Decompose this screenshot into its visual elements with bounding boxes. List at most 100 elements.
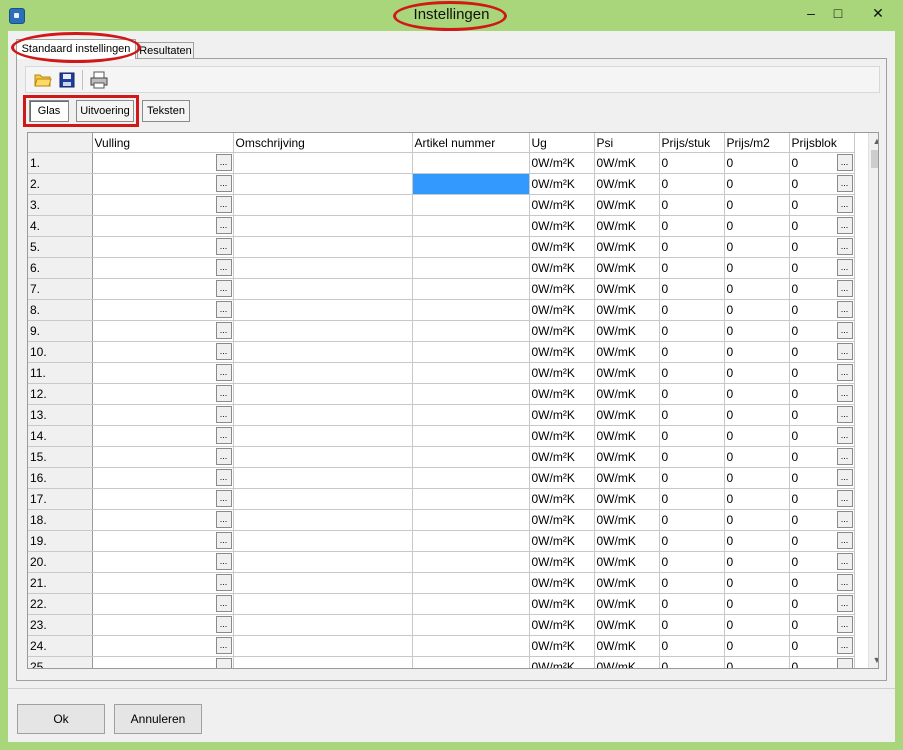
cell-prijs-m2[interactable]: 0 — [724, 467, 790, 489]
cell-prijsblok[interactable]: 0... — [789, 425, 855, 447]
cell-prijsblok[interactable]: 0... — [789, 194, 855, 216]
cell-omschrijving[interactable] — [233, 404, 413, 426]
cell-vulling[interactable]: ... — [92, 551, 234, 573]
cell-prijsblok[interactable]: 0... — [789, 215, 855, 237]
cell-artikel-nummer[interactable] — [412, 593, 530, 615]
ellipsis-button[interactable]: ... — [215, 217, 232, 234]
ellipsis-button[interactable]: ... — [215, 343, 232, 360]
ellipsis-button[interactable]: ... — [215, 196, 232, 213]
ellipsis-button[interactable]: ... — [836, 217, 853, 234]
ellipsis-button[interactable]: ... — [836, 406, 853, 423]
save-icon[interactable] — [58, 71, 76, 89]
cell-vulling[interactable]: ... — [92, 194, 234, 216]
cell-prijsblok[interactable]: 0... — [789, 236, 855, 258]
cell-prijs-m2[interactable]: 0 — [724, 593, 790, 615]
cell-artikel-nummer[interactable] — [412, 215, 530, 237]
cell-prijsblok[interactable]: 0... — [789, 362, 855, 384]
cell-ug[interactable]: 0W/m²K — [529, 488, 595, 510]
ellipsis-button[interactable]: ... — [836, 196, 853, 213]
cell-omschrijving[interactable] — [233, 593, 413, 615]
ellipsis-button[interactable]: ... — [215, 574, 232, 591]
cell-vulling[interactable]: ... — [92, 509, 234, 531]
table-row[interactable]: 11.... 0W/m²K 0W/mK 0 0 0... — [28, 362, 855, 384]
ellipsis-button[interactable]: ... — [836, 343, 853, 360]
print-icon[interactable] — [90, 71, 108, 89]
table-row[interactable]: 8.... 0W/m²K 0W/mK 0 0 0... — [28, 299, 855, 321]
cell-prijs-stuk[interactable]: 0 — [659, 362, 725, 384]
cell-omschrijving[interactable] — [233, 215, 413, 237]
table-row[interactable]: 19.... 0W/m²K 0W/mK 0 0 0... — [28, 530, 855, 552]
ellipsis-button[interactable]: ... — [836, 154, 853, 171]
cell-ug[interactable]: 0W/m²K — [529, 257, 595, 279]
cell-prijs-stuk[interactable]: 0 — [659, 383, 725, 405]
header-psi[interactable]: Psi — [594, 133, 660, 153]
ellipsis-button[interactable]: ... — [836, 469, 853, 486]
cell-omschrijving[interactable] — [233, 173, 413, 195]
cell-prijs-stuk[interactable]: 0 — [659, 173, 725, 195]
ellipsis-button[interactable]: ... — [836, 301, 853, 318]
cell-vulling[interactable]: ... — [92, 257, 234, 279]
cell-artikel-nummer[interactable] — [412, 173, 530, 195]
scroll-up-icon[interactable]: ▲ — [869, 133, 878, 149]
table-row[interactable]: 25.... 0W/m²K 0W/mK 0 0 0... — [28, 656, 855, 668]
cell-omschrijving[interactable] — [233, 257, 413, 279]
cell-prijs-m2[interactable]: 0 — [724, 173, 790, 195]
ellipsis-button[interactable]: ... — [836, 595, 853, 612]
cell-artikel-nummer[interactable] — [412, 194, 530, 216]
cell-prijs-m2[interactable]: 0 — [724, 488, 790, 510]
cell-vulling[interactable]: ... — [92, 215, 234, 237]
cell-psi[interactable]: 0W/mK — [594, 467, 660, 489]
table-row[interactable]: 10.... 0W/m²K 0W/mK 0 0 0... — [28, 341, 855, 363]
cell-ug[interactable]: 0W/m²K — [529, 446, 595, 468]
cell-psi[interactable]: 0W/mK — [594, 152, 660, 174]
table-row[interactable]: 3.... 0W/m²K 0W/mK 0 0 0... — [28, 194, 855, 216]
cell-artikel-nummer[interactable] — [412, 383, 530, 405]
ellipsis-button[interactable]: ... — [215, 511, 232, 528]
cell-psi[interactable]: 0W/mK — [594, 593, 660, 615]
cell-artikel-nummer[interactable] — [412, 572, 530, 594]
ellipsis-button[interactable]: ... — [836, 532, 853, 549]
cell-omschrijving[interactable] — [233, 152, 413, 174]
ellipsis-button[interactable]: ... — [215, 469, 232, 486]
table-row[interactable]: 1.... 0W/m²K 0W/mK 0 0 0... — [28, 152, 855, 174]
table-row[interactable]: 7.... 0W/m²K 0W/mK 0 0 0... — [28, 278, 855, 300]
cell-ug[interactable]: 0W/m²K — [529, 173, 595, 195]
ellipsis-button[interactable]: ... — [215, 637, 232, 654]
cell-prijs-m2[interactable]: 0 — [724, 572, 790, 594]
close-icon[interactable]: ✕ — [856, 4, 900, 22]
cell-psi[interactable]: 0W/mK — [594, 530, 660, 552]
cell-prijs-stuk[interactable]: 0 — [659, 425, 725, 447]
cell-artikel-nummer[interactable] — [412, 341, 530, 363]
ellipsis-button[interactable]: ... — [836, 238, 853, 255]
cell-prijsblok[interactable]: 0... — [789, 488, 855, 510]
cell-prijsblok[interactable]: 0... — [789, 656, 855, 668]
ellipsis-button[interactable]: ... — [836, 175, 853, 192]
ellipsis-button[interactable]: ... — [836, 574, 853, 591]
cell-ug[interactable]: 0W/m²K — [529, 320, 595, 342]
cell-psi[interactable]: 0W/mK — [594, 173, 660, 195]
cell-vulling[interactable]: ... — [92, 173, 234, 195]
cell-prijsblok[interactable]: 0... — [789, 467, 855, 489]
cell-ug[interactable]: 0W/m²K — [529, 152, 595, 174]
cell-prijsblok[interactable]: 0... — [789, 614, 855, 636]
cell-prijsblok[interactable]: 0... — [789, 152, 855, 174]
ellipsis-button[interactable]: ... — [836, 259, 853, 276]
cell-artikel-nummer[interactable] — [412, 362, 530, 384]
ellipsis-button[interactable]: ... — [836, 280, 853, 297]
table-row[interactable]: 13.... 0W/m²K 0W/mK 0 0 0... — [28, 404, 855, 426]
ellipsis-button[interactable]: ... — [836, 616, 853, 633]
cell-artikel-nummer[interactable] — [412, 320, 530, 342]
table-row[interactable]: 22.... 0W/m²K 0W/mK 0 0 0... — [28, 593, 855, 615]
cell-prijs-stuk[interactable]: 0 — [659, 446, 725, 468]
title-bar[interactable]: Instellingen – □ ✕ — [0, 0, 903, 32]
ellipsis-button[interactable]: ... — [215, 490, 232, 507]
cell-artikel-nummer[interactable] — [412, 614, 530, 636]
cell-psi[interactable]: 0W/mK — [594, 509, 660, 531]
cell-prijs-m2[interactable]: 0 — [724, 425, 790, 447]
cell-prijs-m2[interactable]: 0 — [724, 236, 790, 258]
cell-vulling[interactable]: ... — [92, 236, 234, 258]
cell-omschrijving[interactable] — [233, 320, 413, 342]
cell-prijs-m2[interactable]: 0 — [724, 257, 790, 279]
table-row[interactable]: 6.... 0W/m²K 0W/mK 0 0 0... — [28, 257, 855, 279]
scroll-thumb[interactable] — [871, 150, 878, 168]
